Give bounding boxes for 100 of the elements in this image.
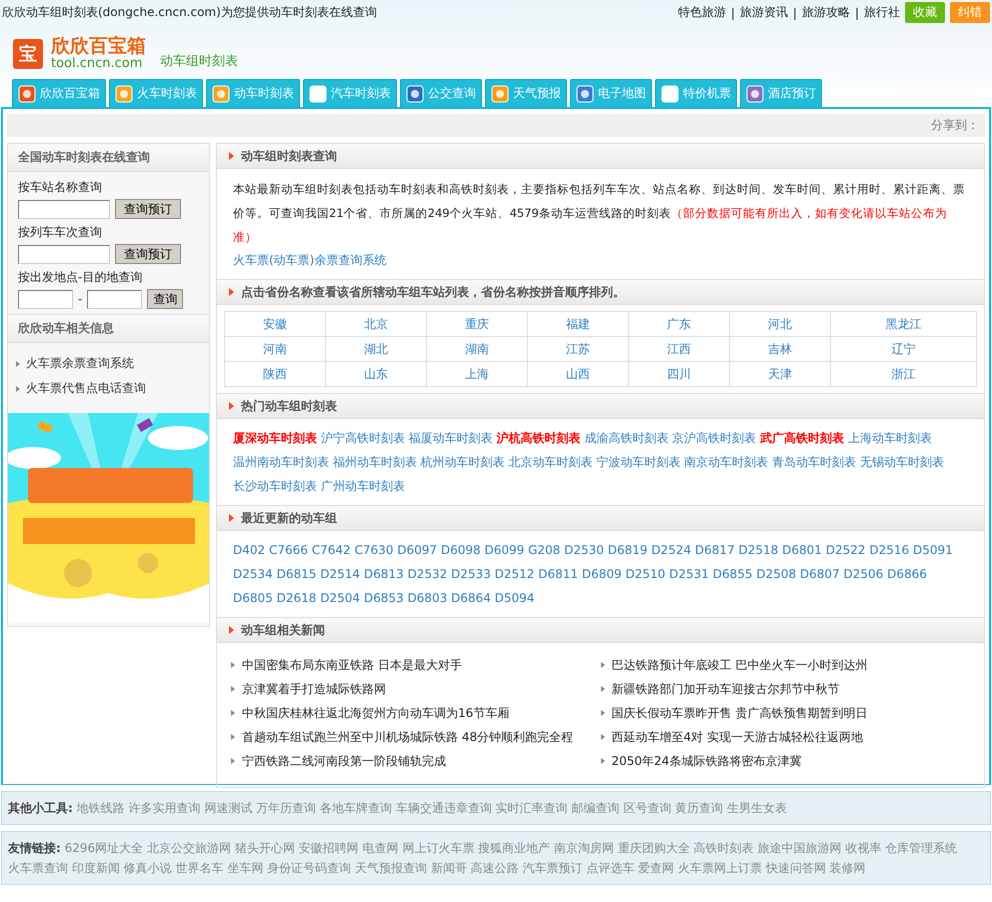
nav-tab[interactable]: 酒店预订 <box>740 79 822 107</box>
timetable-link[interactable]: 沪宁高铁时刻表 <box>320 431 405 445</box>
tool-link[interactable]: 许多实用查询 <box>128 801 200 815</box>
partner-link[interactable]: 印度新闻 <box>72 861 120 875</box>
train-link[interactable]: G208 <box>528 543 560 557</box>
news-link[interactable]: 京津冀着手打造城际铁路网 <box>242 680 386 698</box>
nav-tab[interactable]: 特价机票 <box>655 79 737 107</box>
tool-link[interactable]: 黄历查询 <box>675 801 724 815</box>
province-link[interactable]: 湖北 <box>326 336 426 362</box>
train-link[interactable]: D2514 <box>320 567 360 581</box>
province-link[interactable]: 吉林 <box>730 336 830 362</box>
nav-link[interactable]: 旅游攻略 <box>802 4 850 21</box>
partner-link[interactable]: 重庆团购大全 <box>618 841 690 855</box>
news-link[interactable]: 中国密集布局东南亚铁路 日本是最大对手 <box>242 656 462 674</box>
train-link[interactable]: D6807 <box>800 567 840 581</box>
train-link[interactable]: D2618 <box>276 591 316 605</box>
nav-tab[interactable]: 汽车时刻表 <box>303 79 397 107</box>
info-link[interactable]: 火车票余票查询系统 <box>26 355 134 372</box>
train-link[interactable]: D6099 <box>484 543 524 557</box>
partner-link[interactable]: 火车票查询 <box>8 861 68 875</box>
province-link[interactable]: 湖南 <box>426 336 528 362</box>
timetable-link[interactable]: 武广高铁时刻表 <box>760 431 844 445</box>
train-link[interactable]: D2510 <box>625 567 666 581</box>
timetable-link[interactable]: 青岛动车时刻表 <box>772 455 856 469</box>
tool-link[interactable]: 各地车牌查询 <box>320 801 392 815</box>
news-link[interactable]: 国庆长假动车票昨开售 贵广高铁预售期暂到明日 <box>612 704 868 722</box>
partner-link[interactable]: 新闻哥 <box>430 861 467 875</box>
origin-field[interactable] <box>18 290 73 308</box>
train-link[interactable]: D6817 <box>694 543 735 557</box>
news-link[interactable]: 巴达铁路预计年底竣工 巴中坐火车一小时到达州 <box>612 656 868 674</box>
nav-tab[interactable]: 欣欣百宝箱 <box>12 79 106 107</box>
partner-link[interactable]: 6296网址大全 <box>64 841 144 855</box>
nav-link[interactable]: 旅行社 <box>864 4 900 21</box>
train-link[interactable]: D2504 <box>320 591 360 605</box>
news-link[interactable]: 宁西铁路二线河南段第一阶段铺轨完成 <box>242 752 446 770</box>
train-link[interactable]: D2530 <box>564 543 604 557</box>
province-link[interactable]: 河南 <box>224 336 326 362</box>
timetable-link[interactable]: 上海动车时刻表 <box>848 431 932 445</box>
tool-link[interactable]: 车辆交通违章查询 <box>396 801 492 815</box>
partner-link[interactable]: 装修网 <box>830 861 866 875</box>
partner-link[interactable]: 猪头开心网 <box>234 841 295 855</box>
partner-link[interactable]: 点评选车 <box>586 861 634 875</box>
train-link[interactable]: C7642 <box>312 543 351 557</box>
province-link[interactable]: 北京 <box>326 312 426 336</box>
partner-link[interactable]: 高铁时刻表 <box>694 841 754 855</box>
partner-link[interactable]: 安徽招聘网 <box>298 841 359 855</box>
nav-link[interactable]: 旅游资讯 <box>740 4 788 21</box>
province-link[interactable]: 福建 <box>528 312 628 336</box>
partner-link[interactable]: 快速问答网 <box>766 861 826 875</box>
train-link[interactable]: D5091 <box>912 543 953 557</box>
tool-link[interactable]: 实时汇率查询 <box>496 801 568 815</box>
timetable-link[interactable]: 北京动车时刻表 <box>508 455 592 469</box>
train-link[interactable]: D402 <box>233 543 266 557</box>
province-link[interactable]: 四川 <box>628 362 730 386</box>
partner-link[interactable]: 汽车票预订 <box>522 861 582 875</box>
train-link[interactable]: C7630 <box>354 543 394 557</box>
partner-link[interactable]: 坐车网 <box>227 861 264 875</box>
nav-tab[interactable]: 火车时刻表 <box>109 79 203 107</box>
train-link[interactable]: D2518 <box>738 543 778 557</box>
info-link[interactable]: 火车票代售点电话查询 <box>26 380 146 397</box>
train-link[interactable]: D6805 <box>233 591 273 605</box>
news-link[interactable]: 首趟动车组试跑兰州至中川机场城际铁路 48分钟顺利跑完全程 <box>242 728 574 746</box>
tool-link[interactable]: 地铁线路 <box>76 801 125 815</box>
train-link[interactable]: D2516 <box>869 543 910 557</box>
destination-field[interactable] <box>87 290 142 308</box>
news-link[interactable]: 2050年24条城际铁路将密布京津冀 <box>612 752 802 770</box>
train-link[interactable]: D6097 <box>397 543 438 557</box>
partner-link[interactable]: 搜狐商业地产 <box>478 841 550 855</box>
partner-link[interactable]: 旅途中国旅游网 <box>757 841 842 855</box>
province-link[interactable]: 江苏 <box>528 336 628 362</box>
province-link[interactable]: 广东 <box>628 312 730 336</box>
province-link[interactable]: 江西 <box>628 336 730 362</box>
partner-link[interactable]: 仓库管理系统 <box>885 841 958 855</box>
timetable-link[interactable]: 温州南动车时刻表 <box>233 455 329 469</box>
partner-link[interactable]: 收视率 <box>845 841 882 855</box>
partner-link[interactable]: 高速公路 <box>470 861 519 875</box>
train-link[interactable]: D6809 <box>582 567 622 581</box>
province-link[interactable]: 陕西 <box>224 362 326 386</box>
partner-link[interactable]: 北京公交旅游网 <box>147 841 232 855</box>
province-link[interactable]: 山西 <box>528 362 628 386</box>
partner-link[interactable]: 爱查网 <box>638 861 674 875</box>
train-link[interactable]: D6866 <box>887 567 927 581</box>
partner-link[interactable]: 修真小说 <box>124 861 172 875</box>
partner-link[interactable]: 南京淘房网 <box>554 841 614 855</box>
train-link[interactable]: D2532 <box>407 567 448 581</box>
ticket-link[interactable]: 火车票(动车票)余票查询系统 <box>233 253 386 267</box>
partner-link[interactable]: 身份证号码查询 <box>267 861 352 875</box>
train-link[interactable]: D6813 <box>364 567 404 581</box>
news-link[interactable]: 中秋国庆桂林往返北海贺州方向动车调为16节车厢 <box>242 704 510 722</box>
timetable-link[interactable]: 宁波动车时刻表 <box>596 455 680 469</box>
search-button[interactable]: 查询预订 <box>115 199 181 219</box>
train-link[interactable]: D2524 <box>651 543 692 557</box>
timetable-link[interactable]: 长沙动车时刻表 <box>233 479 317 493</box>
timetable-link[interactable]: 厦深动车时刻表 <box>233 431 317 445</box>
timetable-link[interactable]: 福州动车时刻表 <box>332 455 417 469</box>
province-link[interactable]: 河北 <box>730 312 830 336</box>
train-link[interactable]: D6819 <box>608 543 648 557</box>
train-link[interactable]: D6098 <box>440 543 481 557</box>
nav-tab[interactable]: 公交查询 <box>400 79 482 107</box>
train-link[interactable]: D2506 <box>844 567 884 581</box>
